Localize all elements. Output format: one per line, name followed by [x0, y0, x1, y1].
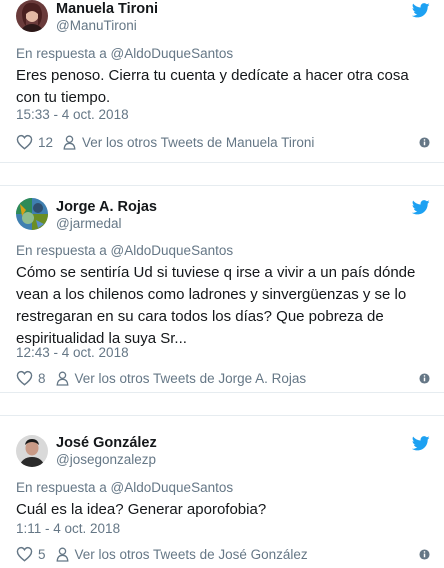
avatar-photo-man	[16, 435, 48, 467]
tweet-card[interactable]: José González @josegonzalezp En respuest…	[0, 416, 444, 568]
like-count[interactable]: 12	[38, 135, 53, 150]
twitter-bird-icon[interactable]	[412, 3, 430, 18]
info-icon[interactable]	[419, 372, 430, 384]
other-tweets-link[interactable]: Ver los otros Tweets de Jorge A. Rojas	[75, 371, 307, 386]
author-name[interactable]: Jorge A. Rojas	[56, 199, 157, 215]
tweet-card[interactable]: Manuela Tironi @ManuTironi En respuesta …	[0, 0, 444, 162]
like-count[interactable]: 5	[38, 547, 46, 562]
tweet-actions: 5 Ver los otros Tweets de José González	[16, 544, 430, 564]
tweet-timestamp[interactable]: 15:33 - 4 oct. 2018	[16, 107, 129, 122]
info-icon[interactable]	[419, 548, 430, 560]
author-handle[interactable]: @josegonzalezp	[56, 452, 156, 467]
author-handle[interactable]: @jarmedal	[56, 216, 121, 231]
author-handle[interactable]: @ManuTironi	[56, 18, 137, 33]
heart-icon[interactable]	[16, 134, 33, 150]
person-icon	[63, 135, 76, 150]
tweet-actions: 8 Ver los otros Tweets de Jorge A. Rojas	[16, 368, 430, 388]
author-name[interactable]: José González	[56, 435, 157, 451]
avatar-photo-colorful	[16, 198, 48, 230]
avatar-photo-woman	[16, 0, 48, 32]
avatar[interactable]	[16, 198, 48, 230]
twitter-bird-icon[interactable]	[412, 200, 430, 215]
tweet-text: Cuál es la idea? Generar aporofobia?	[16, 501, 267, 518]
avatar[interactable]	[16, 435, 48, 467]
like-count[interactable]: 8	[38, 371, 46, 386]
reply-context[interactable]: En respuesta a @AldoDuqueSantos	[16, 480, 233, 495]
avatar[interactable]	[16, 0, 48, 32]
tweet-timestamp[interactable]: 1:11 - 4 oct. 2018	[16, 521, 120, 536]
heart-icon[interactable]	[16, 370, 33, 386]
other-tweets-link[interactable]: Ver los otros Tweets de Manuela Tironi	[82, 135, 314, 150]
tweet-text: Eres penoso. Cierra tu cuenta y dedícate…	[16, 67, 409, 106]
tweet-timestamp[interactable]: 12:43 - 4 oct. 2018	[16, 345, 129, 360]
reply-context[interactable]: En respuesta a @AldoDuqueSantos	[16, 243, 233, 258]
tweet-separator	[0, 162, 444, 186]
person-icon	[56, 371, 68, 386]
author-name[interactable]: Manuela Tironi	[56, 1, 158, 17]
other-tweets-link[interactable]: Ver los otros Tweets de José González	[75, 547, 308, 562]
tweet-separator	[0, 392, 444, 416]
tweet-actions: 12 Ver los otros Tweets de Manuela Tiron…	[16, 132, 430, 152]
reply-context[interactable]: En respuesta a @AldoDuqueSantos	[16, 46, 233, 61]
person-icon	[56, 547, 68, 562]
tweet-text: Cómo se sentiría Ud si tuviese q irse a …	[16, 264, 416, 347]
tweet-card[interactable]: Jorge A. Rojas @jarmedal En respuesta a …	[0, 186, 444, 392]
info-icon[interactable]	[419, 136, 430, 148]
twitter-bird-icon[interactable]	[412, 436, 430, 451]
heart-icon[interactable]	[16, 546, 33, 562]
